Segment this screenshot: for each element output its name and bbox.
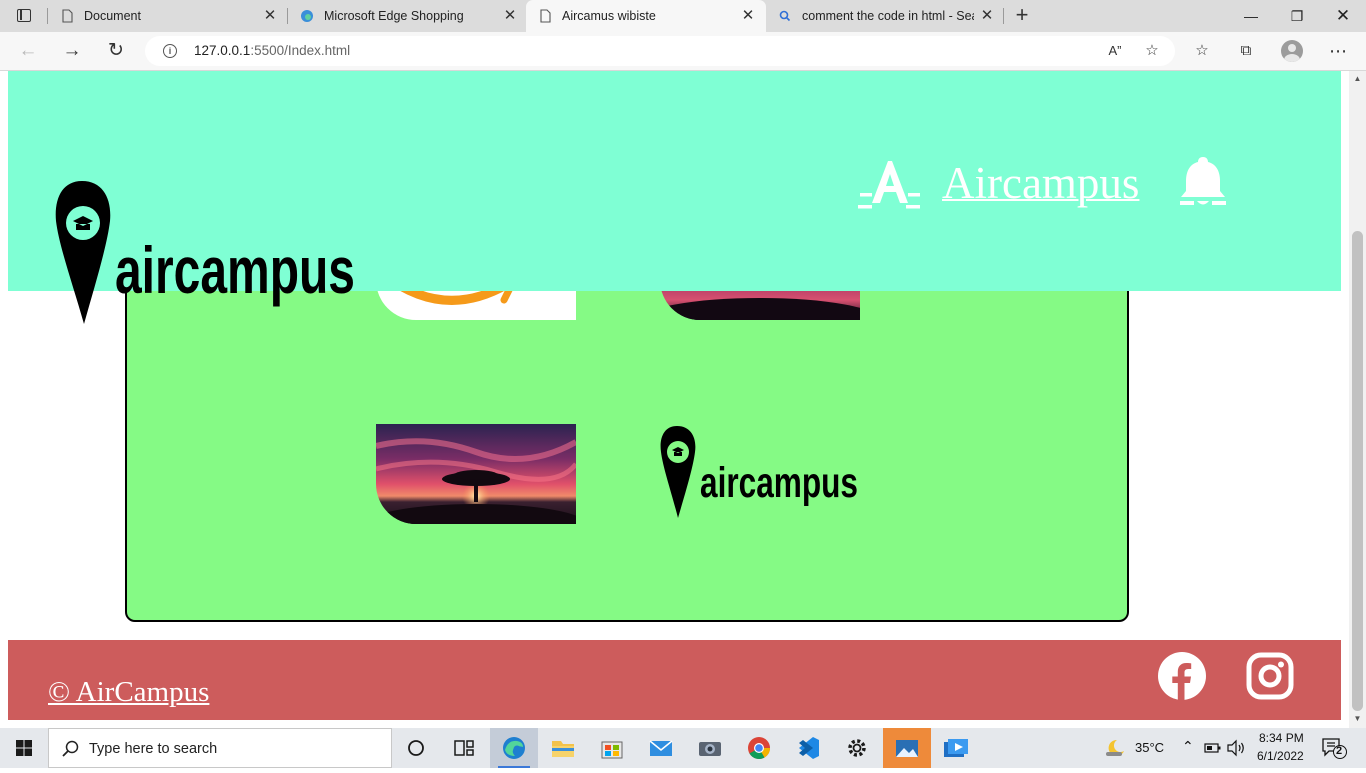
- mail-icon[interactable]: [637, 728, 685, 768]
- restore-button[interactable]: ❐: [1274, 0, 1320, 32]
- task-view-icon[interactable]: [440, 728, 488, 768]
- speaker-icon[interactable]: [1226, 739, 1246, 757]
- store-icon[interactable]: [588, 728, 636, 768]
- back-button[interactable]: ←: [14, 38, 42, 66]
- collections-icon[interactable]: ⧉: [1235, 40, 1257, 62]
- taskbar-search[interactable]: Type here to search: [48, 728, 392, 768]
- notification-count-badge: 2: [1336, 745, 1343, 757]
- refresh-button[interactable]: ↻: [102, 38, 130, 66]
- battery-icon[interactable]: [1204, 741, 1222, 755]
- url-text[interactable]: 127.0.0.1:5500/Index.html: [194, 43, 350, 58]
- aircampus-logo-text: aircampus: [700, 459, 858, 507]
- tab-label: Aircamus wibiste: [562, 9, 656, 23]
- settings-gear-icon[interactable]: [833, 728, 881, 768]
- close-window-button[interactable]: ✕: [1320, 0, 1366, 32]
- aircampus-logo: aircampus: [55, 181, 355, 326]
- page-scrollbar[interactable]: ▲ ▼: [1349, 71, 1366, 728]
- tray-chevron-up-icon[interactable]: ⌃: [1182, 738, 1194, 755]
- close-tab-icon[interactable]: ✕: [979, 8, 995, 24]
- add-favorite-icon[interactable]: ☆: [1141, 40, 1163, 62]
- bell-icon[interactable]: [1180, 155, 1226, 209]
- vscode-icon[interactable]: [784, 728, 832, 768]
- camera-icon[interactable]: [686, 728, 734, 768]
- aircampus-link[interactable]: Aircampus: [942, 157, 1139, 209]
- weather-moon-icon[interactable]: [1104, 738, 1126, 758]
- favorites-icon[interactable]: ☆: [1191, 40, 1213, 62]
- page-viewport: aircampus aircampus Aircampus © AirCampu…: [0, 71, 1349, 728]
- scrollbar-thumb[interactable]: [1352, 231, 1363, 711]
- site-footer: © AirCampus: [8, 640, 1341, 720]
- page-icon: [62, 9, 73, 23]
- tab-strip: Document ✕ Microsoft Edge Shopping ✕ Air…: [0, 0, 1366, 32]
- edge-icon: [301, 10, 313, 22]
- tab-label: Microsoft Edge Shopping: [324, 9, 464, 23]
- notification-icon: [1322, 738, 1347, 759]
- read-aloud-icon[interactable]: A”: [1104, 40, 1126, 62]
- address-bar[interactable]: i 127.0.0.1:5500/Index.html: [145, 36, 1175, 66]
- start-button[interactable]: [0, 728, 48, 768]
- minimize-button[interactable]: —: [1228, 0, 1274, 32]
- tab-separator: [1003, 8, 1004, 24]
- tab-document[interactable]: Document ✕: [48, 0, 286, 32]
- logo-text: aircampus: [115, 233, 355, 307]
- search-icon: [62, 740, 79, 757]
- tab-label: Document: [84, 9, 141, 23]
- scroll-up-arrow[interactable]: ▲: [1352, 74, 1363, 83]
- page-icon: [540, 9, 551, 23]
- tab-edge-shopping[interactable]: Microsoft Edge Shopping ✕: [288, 0, 526, 32]
- photos-icon[interactable]: [883, 728, 931, 768]
- weather-temperature[interactable]: 35°C: [1135, 740, 1164, 755]
- close-tab-icon[interactable]: ✕: [262, 8, 278, 24]
- tab-label: comment the code in html - Sea: [802, 9, 974, 23]
- edge-taskbar-icon[interactable]: [490, 728, 538, 768]
- new-tab-button[interactable]: +: [1011, 4, 1033, 27]
- video-editor-icon[interactable]: [932, 728, 980, 768]
- facebook-icon[interactable]: [1158, 652, 1206, 700]
- clock-date[interactable]: 6/1/2022: [1257, 749, 1304, 763]
- search-placeholder: Type here to search: [89, 741, 218, 757]
- profile-avatar[interactable]: [1281, 40, 1303, 62]
- clock-time[interactable]: 8:34 PM: [1259, 731, 1304, 745]
- notification-center-button[interactable]: 2: [1320, 736, 1348, 760]
- file-explorer-icon[interactable]: [539, 728, 587, 768]
- instagram-icon[interactable]: [1246, 652, 1294, 700]
- tab-actions-button[interactable]: [8, 6, 40, 26]
- forward-button[interactable]: →: [58, 38, 86, 66]
- copyright-link[interactable]: © AirCampus: [48, 676, 209, 709]
- search-icon: [779, 10, 791, 22]
- site-info-icon[interactable]: i: [163, 44, 177, 58]
- ai-letter-icon[interactable]: [858, 157, 922, 209]
- cortana-icon[interactable]: [392, 728, 440, 768]
- scroll-down-arrow[interactable]: ▼: [1352, 714, 1363, 723]
- sunset-tree-image: [376, 424, 576, 524]
- aircampus-logo-image: aircampus: [660, 424, 860, 524]
- close-tab-icon[interactable]: ✕: [740, 8, 756, 24]
- windows-icon: [16, 740, 32, 756]
- windows-taskbar: Type here to search 35°C ⌃ 8:34 PM 6/1/2…: [0, 728, 1366, 768]
- chrome-icon[interactable]: [735, 728, 783, 768]
- settings-more-icon[interactable]: ⋯: [1327, 40, 1349, 62]
- browser-toolbar: ← → ↻ i 127.0.0.1:5500/Index.html A” ☆ ☆…: [0, 32, 1366, 71]
- tab-aircamus[interactable]: Aircamus wibiste ✕: [526, 0, 766, 32]
- tab-search[interactable]: comment the code in html - Sea ✕: [766, 0, 1002, 32]
- close-tab-icon[interactable]: ✕: [502, 8, 518, 24]
